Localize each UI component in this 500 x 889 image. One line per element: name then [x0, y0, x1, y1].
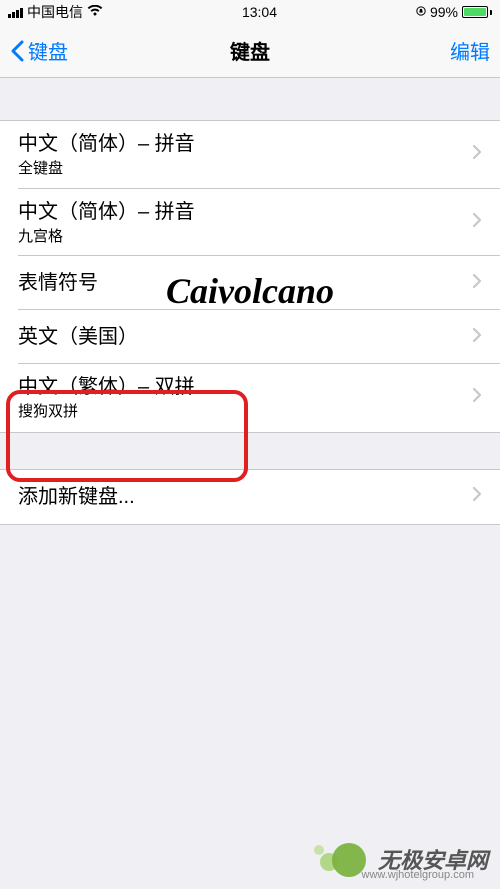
keyboard-subtitle: 九宫格 [18, 227, 472, 247]
edit-button[interactable]: 编辑 [450, 36, 490, 65]
chevron-left-icon [10, 40, 24, 62]
keyboard-title: 中文（简体）– 拼音 [18, 131, 472, 157]
orientation-lock-icon [416, 4, 426, 20]
status-bar: 中国电信 13:04 99% [0, 0, 500, 24]
wifi-icon [87, 4, 103, 20]
keyboard-title: 表情符号 [18, 270, 472, 296]
keyboard-title: 中文（繁体）– 双拼 [18, 374, 472, 400]
keyboard-row[interactable]: 中文（简体）– 拼音 全键盘 [0, 121, 500, 189]
battery-percent: 99% [430, 4, 458, 20]
watermark-logo-icon [314, 839, 370, 879]
keyboard-title: 英文（美国） [18, 324, 472, 350]
battery-icon [462, 6, 492, 18]
add-keyboard-row[interactable]: 添加新键盘... [0, 470, 500, 524]
status-left: 中国电信 [8, 2, 103, 22]
watermark-url: www.wjhotelgroup.com [362, 869, 475, 881]
chevron-right-icon [472, 273, 482, 294]
chevron-right-icon [472, 327, 482, 348]
status-time: 13:04 [242, 4, 277, 20]
chevron-right-icon [472, 387, 482, 408]
keyboard-row[interactable]: 表情符号 [0, 256, 500, 310]
carrier-label: 中国电信 [27, 2, 83, 22]
keyboard-row[interactable]: 英文（美国） [0, 310, 500, 364]
add-keyboard-group: 添加新键盘... [0, 469, 500, 525]
chevron-right-icon [472, 212, 482, 233]
keyboard-subtitle: 全键盘 [18, 159, 472, 179]
watermark-footer: 无极安卓网 www.wjhotelgroup.com [314, 839, 488, 879]
keyboards-list: 中文（简体）– 拼音 全键盘 中文（简体）– 拼音 九宫格 表情符号 英文（美国… [0, 120, 500, 433]
content-area: 中文（简体）– 拼音 全键盘 中文（简体）– 拼音 九宫格 表情符号 英文（美国… [0, 78, 500, 525]
keyboard-row-highlighted[interactable]: 中文（繁体）– 双拼 搜狗双拼 [0, 364, 500, 432]
chevron-right-icon [472, 486, 482, 507]
back-button[interactable]: 键盘 [10, 36, 68, 65]
keyboard-title: 中文（简体）– 拼音 [18, 199, 472, 225]
status-right: 99% [416, 4, 492, 20]
nav-bar: 键盘 键盘 编辑 [0, 24, 500, 78]
page-title: 键盘 [230, 36, 270, 65]
keyboard-subtitle: 搜狗双拼 [18, 402, 472, 422]
watermark-brand: 无极安卓网 [378, 843, 488, 875]
keyboard-row[interactable]: 中文（简体）– 拼音 九宫格 [0, 189, 500, 257]
back-label: 键盘 [28, 36, 68, 65]
signal-icon [8, 6, 23, 18]
add-keyboard-label: 添加新键盘... [18, 484, 472, 510]
chevron-right-icon [472, 144, 482, 165]
